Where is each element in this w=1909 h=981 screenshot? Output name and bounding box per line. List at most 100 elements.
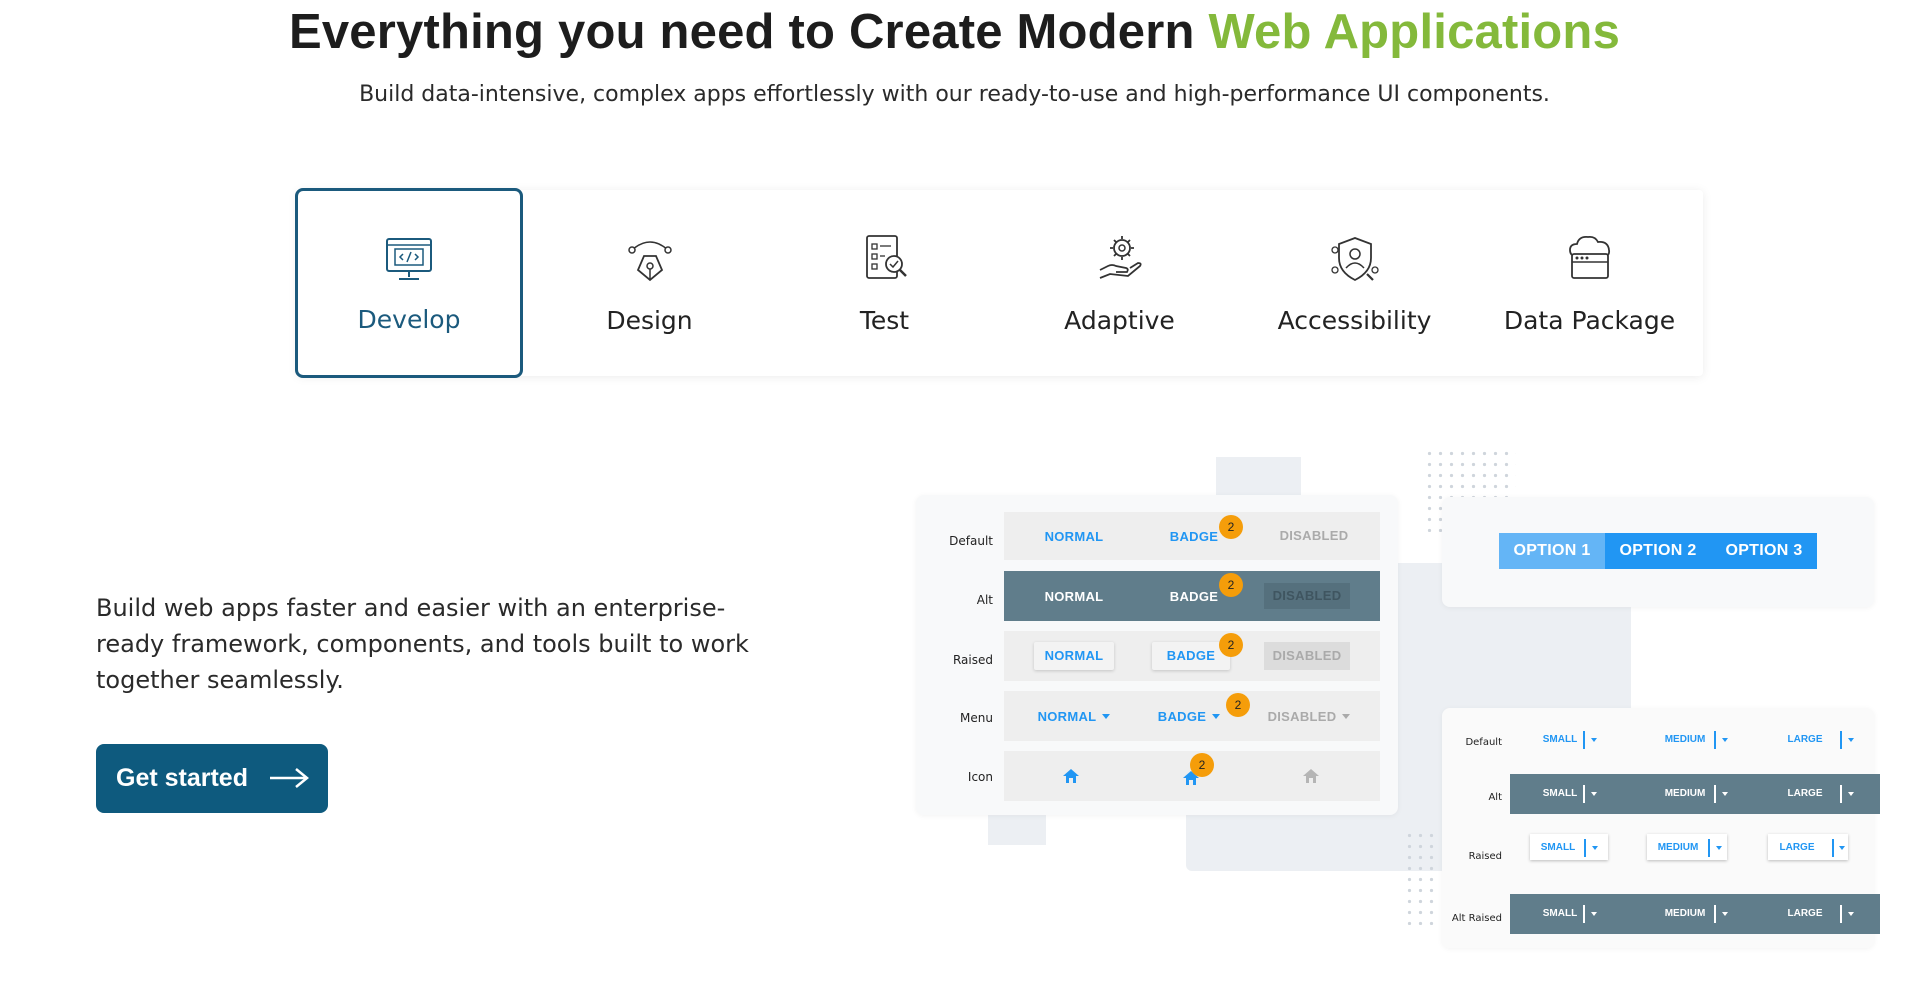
segment-option-2[interactable]: OPTION 2 [1605,533,1711,569]
caret-down-icon [1848,912,1854,916]
split-label: LARGE [1787,788,1823,799]
segment-option-3[interactable]: OPTION 3 [1711,533,1817,569]
cloud-database-icon [1568,235,1610,279]
tab-adaptive[interactable]: Adaptive [1002,190,1237,376]
menu-label: BADGE [1157,709,1207,724]
split-label: MEDIUM [1664,908,1706,919]
disabled-button: DISABLED [1264,583,1350,609]
menu-label: DISABLED [1267,709,1337,724]
button-row-menu: NORMAL BADGE 2 DISABLED [1004,691,1380,741]
notification-badge: 2 [1226,693,1250,717]
split-label: MEDIUM [1664,788,1706,799]
split-divider [1840,731,1842,749]
tab-label: Data Package [1503,306,1676,335]
get-started-button[interactable]: Get started [96,744,328,813]
split-row-default: SMALL MEDIUM LARGE [1510,728,1880,758]
page-title: Everything you need to Create Modern Web… [0,4,1909,60]
caret-down-icon [1722,912,1728,916]
caret-down-icon [1722,792,1728,796]
split-button-medium[interactable]: MEDIUM [1647,834,1727,860]
split-label: SMALL [1540,842,1576,853]
row-label-alt: Alt [976,593,993,607]
disabled-menu-button: DISABLED [1254,709,1364,724]
decor-square [988,812,1046,845]
notification-badge: 2 [1190,753,1214,777]
caret-down-icon [1722,738,1728,742]
code-monitor-icon [386,238,432,280]
split-divider [1714,905,1716,923]
caret-down-icon [1839,846,1845,850]
pen-tool-icon [627,241,672,282]
split-divider [1840,785,1842,803]
tab-label: Test [859,306,910,335]
split-button-small[interactable]: SMALL [1530,834,1608,860]
page-subtitle: Build data-intensive, complex apps effor… [359,82,1550,107]
split-divider [1583,731,1585,749]
row-label-icon: Icon [967,770,993,784]
row-label-menu: Menu [960,711,993,725]
normal-button[interactable]: NORMAL [1034,642,1114,670]
tab-label: Accessibility [1277,306,1432,335]
split-divider [1714,731,1716,749]
get-started-label: Get started [116,764,248,792]
caret-down-icon [1591,738,1597,742]
split-divider [1840,905,1842,923]
caret-down-icon [1716,846,1722,850]
caret-down-icon [1848,738,1854,742]
split-label: MEDIUM [1657,842,1699,853]
segmented-button-group: OPTION 1 OPTION 2 OPTION 3 [1499,533,1817,569]
row-label-default: Default [949,534,993,548]
split-label: SMALL [1542,734,1578,745]
caret-down-icon [1212,714,1221,719]
tab-design[interactable]: Design [532,190,767,376]
split-label: LARGE [1787,734,1823,745]
button-row-alt: NORMAL BADGE 2 DISABLED [1004,571,1380,621]
notification-badge: 2 [1219,633,1243,657]
title-accent: Web Applications [1208,5,1621,59]
split-row-alt: SMALL MEDIUM LARGE [1510,774,1880,814]
caret-down-icon [1848,792,1854,796]
split-button-large[interactable]: LARGE [1768,834,1848,860]
checklist-search-icon [865,235,907,279]
decor-dots [1404,830,1437,925]
caret-down-icon [1102,714,1111,719]
notification-badge: 2 [1219,515,1243,539]
disabled-button: DISABLED [1264,642,1350,670]
notification-badge: 2 [1219,573,1243,597]
button-row-raised: NORMAL BADGE 2 DISABLED [1004,631,1380,681]
button-demo-card: Default Alt Raised Menu Icon NORMAL BADG… [916,495,1398,815]
normal-button[interactable]: NORMAL [1024,529,1124,544]
button-row-default: NORMAL BADGE 2 DISABLED [1004,512,1380,560]
tab-label: Develop [357,305,461,334]
disabled-button: DISABLED [1279,528,1349,543]
tab-accessibility[interactable]: Accessibility [1237,190,1472,376]
caret-down-icon [1591,912,1597,916]
home-icon[interactable] [1062,768,1080,784]
row-label-default: Default [1465,737,1502,748]
split-divider [1832,839,1834,857]
normal-button[interactable]: NORMAL [1024,589,1124,604]
button-row-icon: 2 [1004,751,1380,801]
split-divider [1583,785,1585,803]
split-row-alt-raised: SMALL MEDIUM LARGE [1510,894,1880,934]
row-label-alt-raised: Alt Raised [1451,913,1502,924]
tab-data-package[interactable]: Data Package [1472,190,1707,376]
caret-down-icon [1342,714,1351,719]
tab-label: Design [606,306,693,335]
normal-menu-button[interactable]: NORMAL [1019,709,1129,724]
tab-label: Adaptive [1064,306,1175,335]
split-button-demo-card: Default Alt Raised Alt Raised SMALL MEDI… [1442,708,1880,948]
split-label: SMALL [1542,788,1578,799]
segment-option-1[interactable]: OPTION 1 [1499,533,1605,569]
split-divider [1583,905,1585,923]
segmented-demo-card: OPTION 1 OPTION 2 OPTION 3 [1442,497,1874,607]
split-divider [1714,785,1716,803]
arrow-right-icon [270,768,309,788]
tab-test[interactable]: Test [767,190,1002,376]
split-divider [1584,839,1586,857]
row-label-raised: Raised [1468,851,1502,862]
tab-develop[interactable]: Develop [295,188,523,378]
row-label-raised: Raised [952,653,993,667]
row-label-alt: Alt [1488,792,1502,803]
title-main: Everything you need to Create Modern [288,5,1209,59]
